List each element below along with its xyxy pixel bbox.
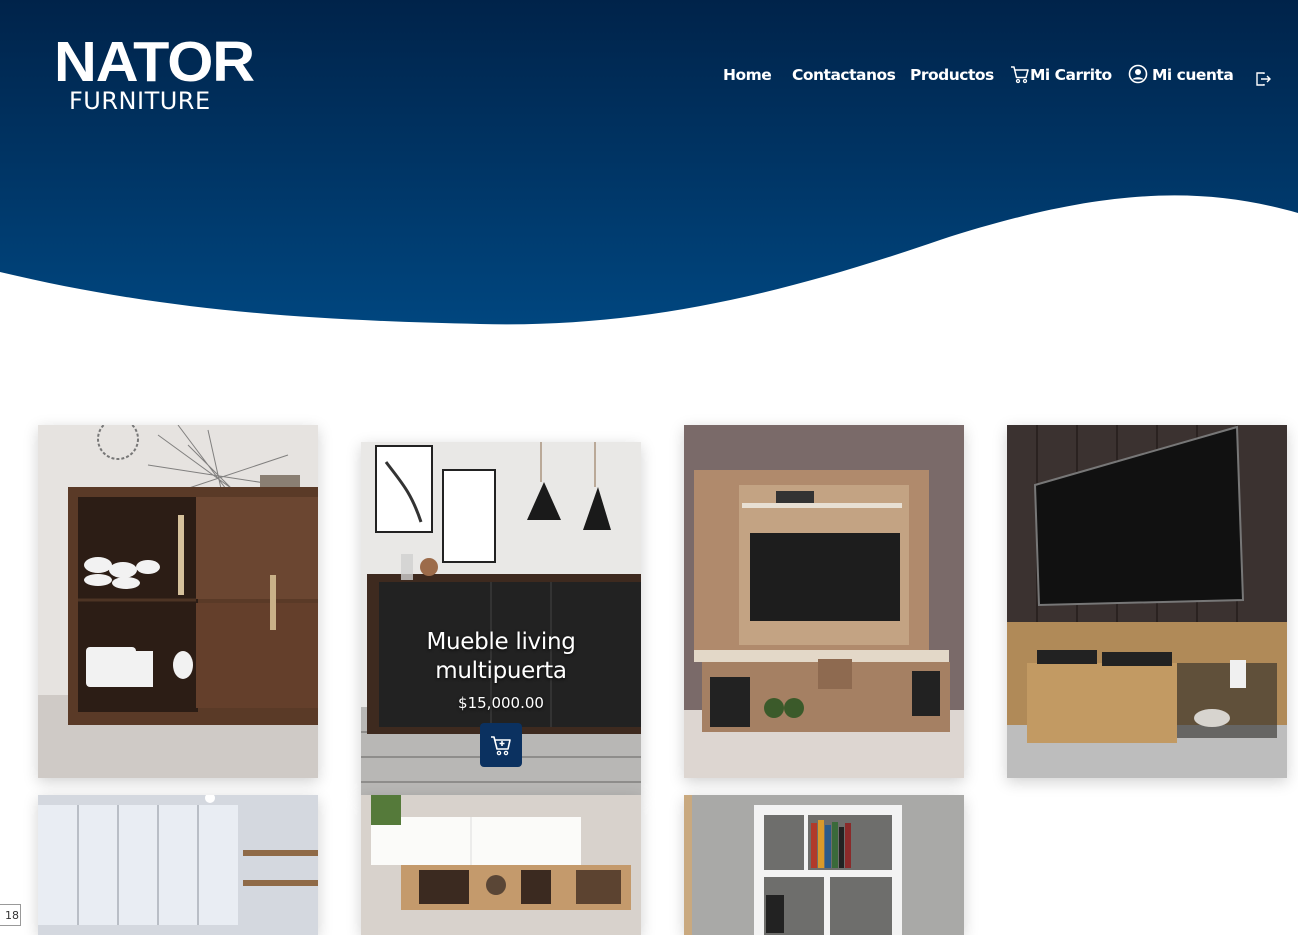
nav-home[interactable]: Home: [723, 64, 772, 86]
brand-logo[interactable]: NATOR FURNITURE: [54, 34, 255, 115]
product-price: $15,000.00: [458, 694, 544, 712]
add-to-cart-button[interactable]: [480, 723, 522, 767]
logout-icon: [1256, 72, 1271, 86]
logout-button[interactable]: [1255, 67, 1272, 89]
product-image: [38, 425, 318, 778]
product-card[interactable]: [684, 425, 964, 778]
product-title: Mueble living multipuerta: [426, 629, 576, 684]
nav-cart[interactable]: Mi Carrito: [1010, 64, 1112, 86]
product-image: [361, 795, 641, 935]
product-card-featured[interactable]: Mueble living multipuerta $15,000.00: [361, 442, 641, 795]
add-to-cart-icon: [491, 736, 511, 756]
product-card[interactable]: [361, 795, 641, 935]
product-card[interactable]: [684, 795, 964, 935]
product-image: [1007, 425, 1287, 778]
nav-account[interactable]: Mi cuenta: [1128, 64, 1234, 86]
product-card[interactable]: [1007, 425, 1287, 778]
nav-cart-label: Mi Carrito: [1030, 66, 1112, 84]
nav-products[interactable]: Productos: [910, 64, 994, 86]
product-image: [38, 795, 318, 935]
product-card[interactable]: [38, 425, 318, 778]
page-indicator: 18: [0, 904, 21, 926]
product-image: [684, 425, 964, 778]
nav-contact[interactable]: Contactanos: [792, 64, 896, 86]
product-card[interactable]: [38, 795, 318, 935]
brand-name: NATOR: [54, 30, 255, 94]
nav-account-label: Mi cuenta: [1152, 66, 1234, 84]
shopping-cart-icon: [1011, 66, 1029, 84]
product-image: [684, 795, 964, 935]
user-circle-icon: [1128, 64, 1148, 84]
